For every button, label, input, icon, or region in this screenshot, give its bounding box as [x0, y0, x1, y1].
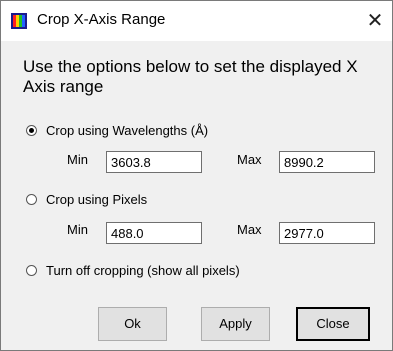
wavelength-min-input[interactable] [106, 151, 202, 173]
radio-turn-off-label[interactable]: Turn off cropping (show all pixels) [46, 263, 240, 278]
apply-button[interactable]: Apply [201, 307, 270, 341]
wavelength-max-input[interactable] [279, 151, 375, 173]
pixel-min-label: Min [67, 222, 88, 237]
app-rainbow-icon [11, 13, 27, 29]
instructions-text: Use the options below to set the display… [23, 57, 358, 96]
wavelength-min-label: Min [67, 152, 88, 167]
ok-button[interactable]: Ok [98, 307, 167, 341]
close-icon[interactable]: ✕ [361, 7, 389, 35]
radio-pixels-label[interactable]: Crop using Pixels [46, 192, 147, 207]
crop-dialog: Crop X-Axis Range ✕ Use the options belo… [0, 0, 393, 351]
radio-button-turn-off[interactable] [26, 264, 37, 276]
close-button[interactable]: Close [296, 307, 370, 341]
window-title: Crop X-Axis Range [37, 11, 166, 28]
radio-button-pixels[interactable] [26, 193, 37, 205]
title-bar: Crop X-Axis Range ✕ [1, 1, 392, 41]
pixel-max-input[interactable] [279, 222, 375, 244]
radio-wavelengths[interactable]: Crop using Wavelengths (Å) [26, 122, 208, 138]
pixel-max-label: Max [237, 222, 262, 237]
radio-wavelengths-label[interactable]: Crop using Wavelengths (Å) [46, 123, 208, 138]
wavelength-max-label: Max [237, 152, 262, 167]
radio-turn-off[interactable]: Turn off cropping (show all pixels) [26, 262, 240, 278]
radio-pixels[interactable]: Crop using Pixels [26, 191, 147, 207]
pixel-min-input[interactable] [106, 222, 202, 244]
radio-button-wavelengths[interactable] [26, 124, 37, 136]
